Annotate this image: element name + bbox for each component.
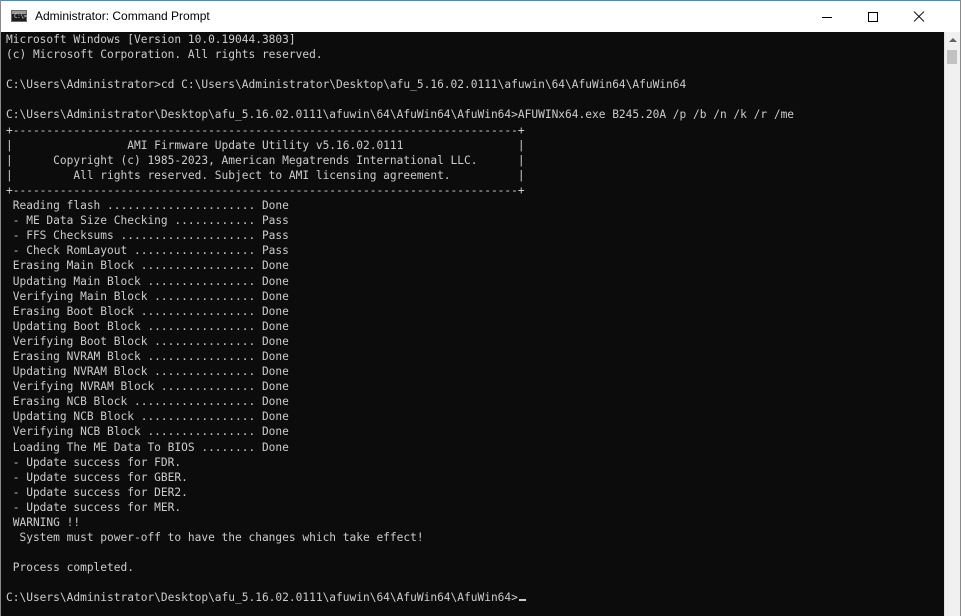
console-line: Verifying NCB Block ................ Don…	[12, 425, 289, 439]
command-prompt-line: C:\Users\Administrator\Desktop\afu_5.16.…	[6, 591, 518, 605]
title-bar[interactable]: C:\> Administrator: Command Prompt	[1, 0, 960, 32]
close-icon	[914, 12, 924, 22]
console-line: WARNING !!	[12, 516, 81, 529]
console-line: - ME Data Size Checking ............ Pas…	[12, 214, 289, 228]
console-line: Reading flash ...................... Don…	[12, 199, 289, 213]
console-output-area[interactable]: Microsoft Windows [Version 10.0.19044.38…	[1, 32, 944, 616]
console-line: +---------------------------------------…	[6, 183, 525, 197]
console-line: - Update success for GBER.	[12, 470, 188, 484]
scroll-up-arrow-icon[interactable]	[945, 32, 960, 49]
cmd-app-icon-glyph: C:\>	[14, 13, 27, 20]
command-prompt-window: C:\> Administrator: Command Prompt Micro…	[0, 0, 961, 616]
console-line: - Check RomLayout .................. Pas…	[12, 244, 289, 258]
maximize-button[interactable]	[850, 1, 896, 32]
console-line: - Update success for DER2.	[12, 485, 188, 499]
console-line: Updating Main Block ................ Don…	[12, 274, 289, 288]
minimize-button[interactable]	[804, 1, 850, 32]
console-line: Updating NVRAM Block ............... Don…	[12, 365, 289, 379]
console-line: Erasing NVRAM Block ................ Don…	[12, 349, 289, 363]
console-line: - Update success for FDR.	[12, 455, 182, 469]
console-line: Erasing Boot Block ................. Don…	[12, 304, 289, 318]
console-line: C:\Users\Administrator>cd C:\Users\Admin…	[6, 78, 687, 92]
console-line: Erasing Main Block ................. Don…	[12, 259, 289, 273]
console-line: Updating NCB Block ................. Don…	[12, 410, 289, 424]
console-line: (c) Microsoft Corporation. All rights re…	[6, 48, 323, 62]
console-line: Verifying Boot Block ............... Don…	[12, 334, 289, 348]
console-line: C:\Users\Administrator\Desktop\afu_5.16.…	[6, 108, 795, 122]
vertical-scrollbar[interactable]	[944, 32, 960, 616]
console-line: - Update success for MER.	[12, 500, 182, 514]
console-line: Process completed.	[12, 561, 134, 575]
console-line: +---------------------------------------…	[6, 123, 525, 137]
console-line: Verifying NVRAM Block .............. Don…	[12, 380, 289, 394]
text-cursor	[518, 599, 526, 602]
minimize-icon	[822, 17, 832, 18]
console-line: Erasing NCB Block .................. Don…	[12, 395, 289, 409]
console-line: | Copyright (c) 1985-2023, American Mega…	[6, 153, 525, 167]
console-line: Microsoft Windows [Version 10.0.19044.38…	[6, 33, 296, 46]
console-line: System must power-off to have the change…	[19, 531, 424, 545]
console-line: Updating Boot Block ................ Don…	[12, 319, 289, 333]
maximize-icon	[868, 12, 878, 22]
scrollbar-thumb[interactable]	[947, 50, 957, 64]
console-line: | AMI Firmware Update Utility v5.16.02.0…	[6, 138, 525, 152]
console-line: | All rights reserved. Subject to AMI li…	[6, 168, 525, 182]
close-button[interactable]	[896, 1, 942, 32]
console-lines: Microsoft Windows [Version 10.0.19044.38…	[6, 33, 794, 574]
console-line: Verifying Main Block ............... Don…	[12, 289, 289, 303]
window-title: Administrator: Command Prompt	[35, 9, 210, 23]
console-text: Microsoft Windows [Version 10.0.19044.38…	[6, 32, 794, 606]
cmd-app-icon[interactable]: C:\>	[11, 10, 27, 22]
console-line: - FFS Checksums .................... Pas…	[12, 229, 289, 243]
console-line: Loading The ME Data To BIOS ........ Don…	[12, 440, 289, 454]
